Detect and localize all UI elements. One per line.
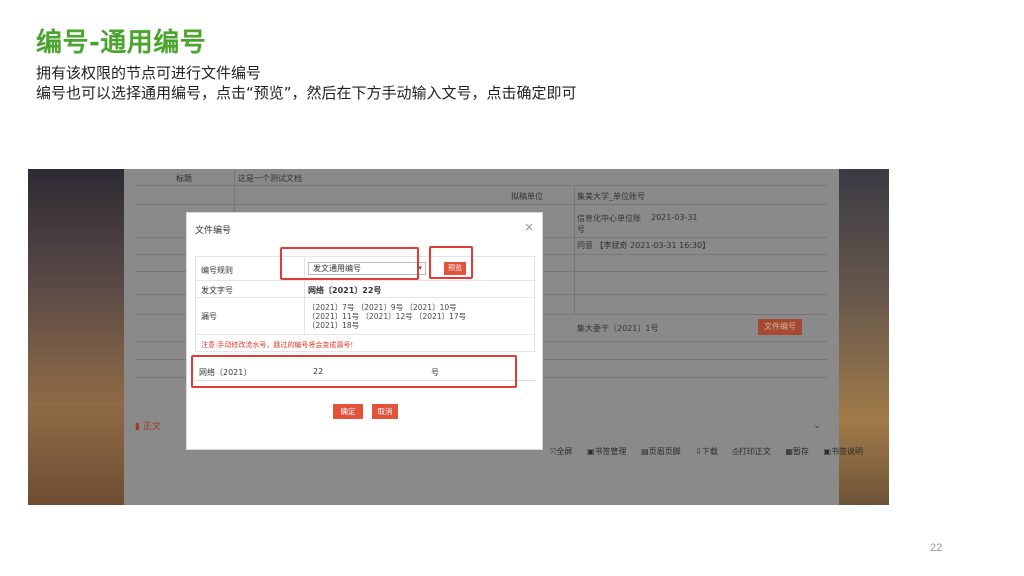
draft-unit-label: 拟稿单位 [511, 192, 543, 201]
bookmark-manage-button[interactable]: ▣书签管理 [587, 447, 633, 456]
warning-text: 注意:手动修改流水号，跳过的编号将会变成漏号! [201, 341, 354, 349]
title-value: 这是一个测试文档 [238, 174, 302, 183]
chevron-down-icon[interactable]: ⌄ [813, 420, 821, 431]
desktop-background-left [28, 169, 124, 505]
bookmark-help-button[interactable]: ▣书签说明 [823, 447, 869, 456]
approval-value: 同意 【李斌奇 2021-03-31 16:30】 [577, 241, 711, 250]
docno-label: 发文字号 [201, 286, 233, 295]
info-center-label: 信息化中心单位账号 [577, 214, 641, 234]
print-button[interactable]: ⎙打印正文 [732, 447, 776, 456]
zhengwen-label: 正文 [142, 422, 161, 432]
info-date: 2021-03-31 [651, 213, 698, 222]
chevron-down-icon: ▾ [418, 264, 422, 272]
slide-title: 编号-通用编号 [36, 28, 207, 58]
close-icon[interactable]: × [524, 220, 534, 234]
file-number-button[interactable]: 文件编号 [758, 319, 802, 335]
cancel-button[interactable]: 取消 [372, 404, 398, 419]
highlight-preview-button [429, 246, 473, 279]
draft-unit-value: 集美大学_单位账号 [577, 192, 645, 201]
screenshot-frame: 标题 这是一个测试文档 拟稿单位 集美大学_单位账号 信息化中心单位账号 202… [28, 169, 889, 505]
page-number: 22 [930, 542, 943, 554]
docno-value: 网络〔2021〕22号 [308, 286, 382, 295]
dialog-title: 文件编号 [195, 226, 232, 236]
receive-number: 集大委干〔2021〕1号 [577, 324, 659, 333]
highlight-rule-select [280, 247, 419, 280]
missing-numbers: 〔2021〕7号 〔2021〕9号 〔2021〕10号 〔2021〕11号 〔2… [308, 303, 467, 330]
download-button[interactable]: ⇩下载 [695, 447, 724, 456]
zhengwen-section[interactable]: ▮ 正文 [135, 419, 161, 432]
editor-toolbar: ⤧全屏 ▣书签管理 ▤页眉页脚 ⇩下载 ⎙打印正文 ▦暂存 ▣书签说明 [550, 446, 875, 457]
title-label: 标题 [176, 174, 192, 183]
header-footer-button[interactable]: ▤页眉页脚 [641, 447, 687, 456]
missing-label: 漏号 [201, 312, 217, 321]
rule-label: 编号规则 [201, 266, 233, 275]
description-line-2: 编号也可以选择通用编号，点击“预览”，然后在下方手动输入文号，点击确定即可 [36, 84, 577, 102]
highlight-number-input [191, 355, 517, 388]
fullscreen-button[interactable]: ⤧全屏 [550, 447, 578, 456]
description-line-1: 拥有该权限的节点可进行文件编号 [36, 64, 262, 82]
save-draft-button[interactable]: ▦暂存 [785, 447, 815, 456]
ok-button[interactable]: 确定 [333, 404, 363, 419]
